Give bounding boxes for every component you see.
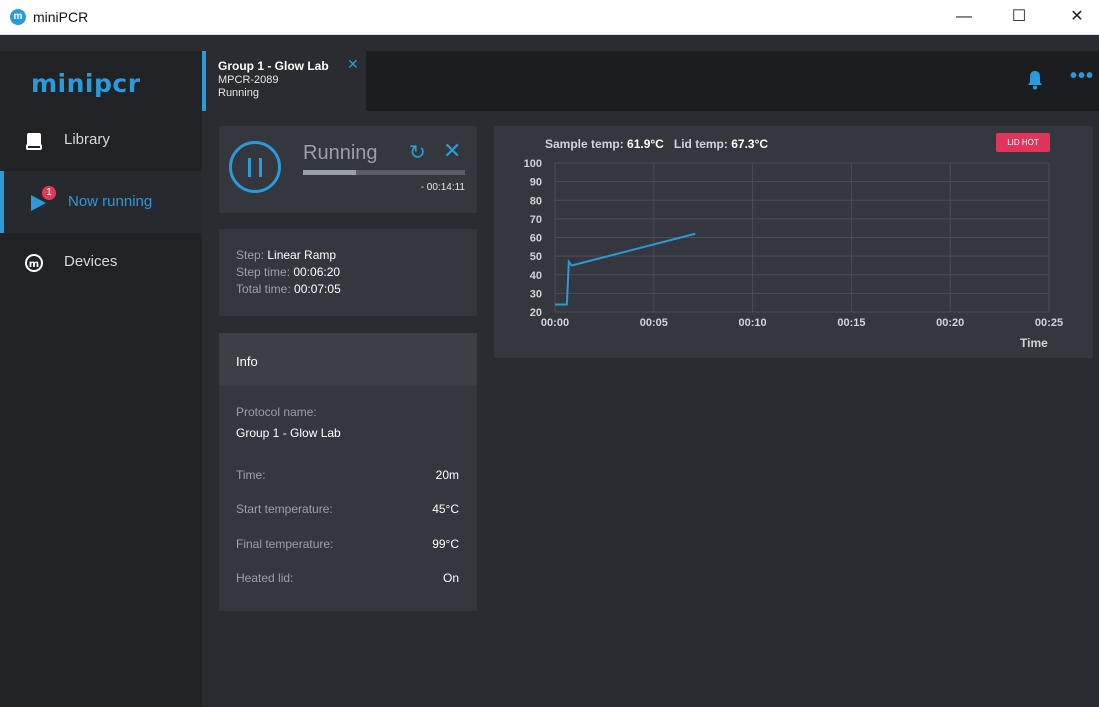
temperature-chart: 203040506070809010000:00 00:05 00:10 00:15 0… (524, 158, 1063, 329)
info-row-label: Heated lid: (236, 571, 294, 585)
step-time-line: Step time: 00:06:20 (236, 265, 340, 279)
x-tick-label: 00:20 (936, 317, 964, 329)
run-progress-bar (303, 170, 465, 175)
x-tick-label: 00:15 (837, 317, 865, 329)
y-tick-label: 80 (530, 195, 542, 207)
sample-temp-line (555, 232, 696, 306)
y-tick-label: 100 (524, 158, 542, 170)
total-time-label: Total time: (236, 282, 295, 296)
progress-fill (303, 170, 357, 175)
tab-status: Running (218, 87, 259, 99)
step-time-label: Step time: (236, 265, 294, 279)
window-title: miniPCR (33, 9, 89, 25)
x-tick-label: 00:10 (739, 317, 767, 329)
tab-bar: Group 1 - Glow Lab MPCR-2089 Running ✕ •… (202, 51, 1099, 111)
info-row-label: Start temperature: (236, 502, 333, 516)
total-time-value: 00:07:05 (294, 282, 341, 296)
info-row-label: Final temperature: (236, 537, 334, 551)
info-row-value: On (442, 571, 459, 585)
restart-icon[interactable]: ↻ (409, 140, 426, 165)
info-row-value: 20m (435, 468, 459, 482)
info-card: Info Protocol name: Group 1 - Glow Lab T… (219, 333, 477, 611)
y-tick-label: 30 (530, 288, 542, 300)
pause-button[interactable] (229, 141, 281, 193)
y-tick-label: 70 (530, 214, 542, 226)
step-card: Step: Linear Ramp Step time: 00:06:20 To… (219, 229, 477, 316)
app-icon: m (10, 9, 26, 25)
tab-title: Group 1 - Glow Lab (218, 59, 329, 73)
y-tick-label: 50 (530, 251, 542, 263)
x-tick-label: 00:25 (1035, 317, 1063, 329)
y-tick-label: 60 (530, 233, 542, 245)
window-titlebar: m miniPCR — ☐ ✕ (0, 0, 1099, 35)
book-icon (26, 133, 42, 150)
minimize-button[interactable]: — (942, 0, 986, 34)
sidebar-item-label: Now running (68, 193, 153, 210)
x-axis-label: Time (1020, 336, 1048, 350)
tab-run[interactable]: Group 1 - Glow Lab MPCR-2089 Running ✕ (202, 51, 366, 111)
pause-icon-bar (248, 158, 251, 177)
temperature-chart-card: Sample temp: 61.9°C Lid temp: 67.3°C LID… (494, 126, 1093, 358)
y-tick-label: 40 (530, 270, 542, 282)
sidebar-item-library[interactable]: Library (0, 111, 202, 171)
info-row-value: 99°C (432, 537, 459, 551)
cancel-icon[interactable]: ✕ (443, 138, 461, 164)
app-logo: minipcr (31, 69, 141, 98)
time-remaining: - 00:14:11 (420, 182, 465, 193)
y-tick-label: 90 (530, 177, 542, 189)
tab-device-id: MPCR-2089 (218, 74, 279, 86)
sidebar: minipcr Library 1 Now running m Devices (0, 51, 202, 707)
bell-icon[interactable] (1026, 70, 1044, 90)
step-time-value: 00:06:20 (293, 265, 341, 279)
x-tick-label: 00:00 (541, 317, 569, 329)
run-status-card: Running ↻ ✕ - 00:14:11 (219, 126, 477, 213)
maximize-button[interactable]: ☐ (997, 0, 1041, 34)
step-line: Step: Linear Ramp (236, 248, 336, 262)
pause-icon-bar (259, 158, 262, 177)
info-title: Info (236, 354, 258, 369)
total-time-line: Total time: 00:07:05 (236, 282, 341, 296)
protocol-name-value: Group 1 - Glow Lab (236, 426, 341, 440)
step-label: Step: (236, 248, 268, 262)
sidebar-item-devices[interactable]: m Devices (0, 233, 202, 293)
protocol-name-label: Protocol name: (236, 405, 317, 419)
more-options-icon[interactable]: ••• (1070, 65, 1094, 88)
close-tab-icon[interactable]: ✕ (347, 56, 359, 73)
info-row-value: 45°C (432, 502, 459, 516)
sidebar-item-now-running[interactable]: 1 Now running (0, 171, 202, 233)
x-tick-label: 00:05 (640, 317, 668, 329)
run-status-label: Running (303, 142, 378, 164)
info-header: Info (219, 333, 477, 386)
notification-badge: 1 (42, 186, 56, 200)
close-window-button[interactable]: ✕ (1055, 0, 1099, 34)
info-row-label: Time: (236, 468, 266, 482)
sidebar-item-label: Devices (64, 253, 118, 270)
step-value: Linear Ramp (267, 248, 337, 262)
svg-text:m: m (29, 259, 39, 270)
device-icon: m (25, 254, 43, 272)
sidebar-item-label: Library (64, 131, 110, 148)
